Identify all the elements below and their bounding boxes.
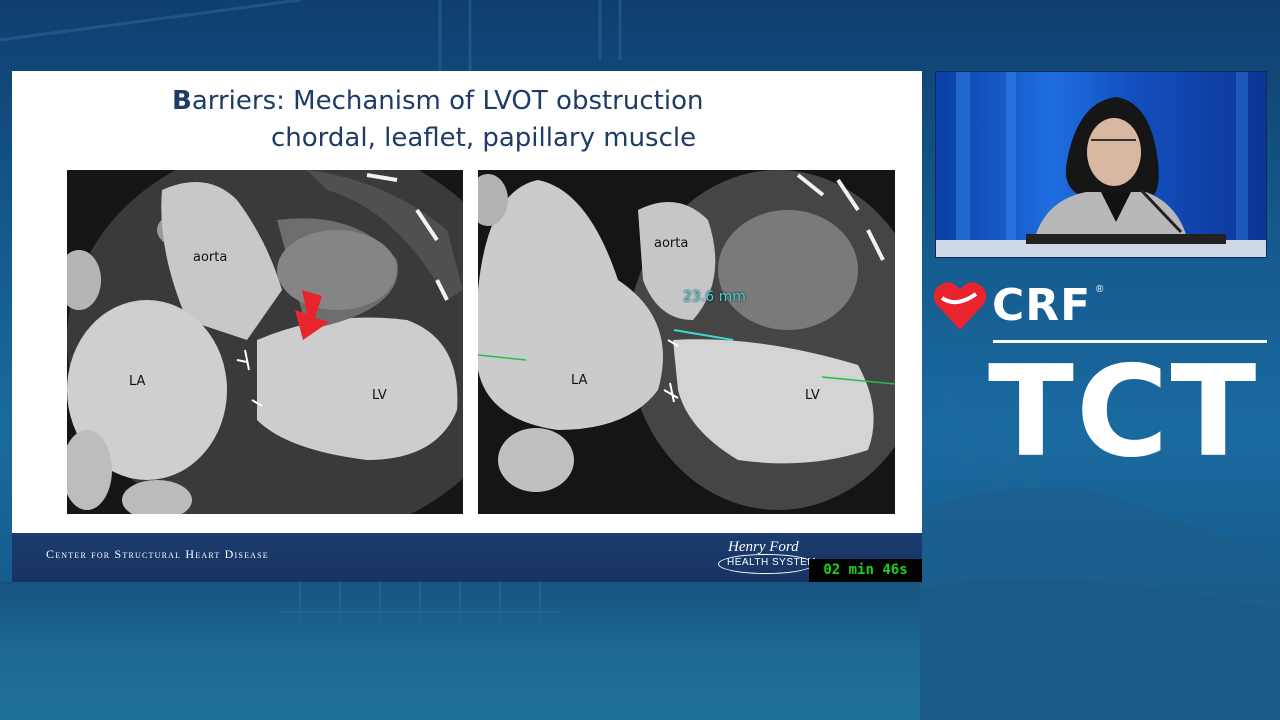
label-la: LA (129, 374, 146, 389)
speaker-video (935, 71, 1267, 258)
tct-wordmark: TCT (988, 338, 1259, 485)
label-lv: LV (372, 388, 387, 403)
presentation-slide: Barriers: Mechanism of LVOT obstruction … (12, 71, 922, 582)
heart-logo-icon (933, 282, 987, 330)
label-la-right: LA (571, 373, 588, 388)
label-lv-right: LV (805, 388, 820, 403)
measurement-label: 23.6 mm (683, 289, 746, 305)
label-aorta: aorta (193, 250, 228, 265)
slide-footer: Center for Structural Heart Disease Henr… (12, 533, 922, 582)
crf-wordmark: CRF (992, 280, 1092, 331)
footer-text: Center for Structural Heart Disease (46, 547, 269, 561)
timer-overlay: 02 min 46s (809, 559, 922, 582)
title-text: arriers: Mechanism of LVOT obstruction (191, 86, 704, 116)
slide-subtitle: chordal, leaflet, papillary muscle (271, 123, 697, 153)
henry-ford-logo: Henry Ford HEALTH SYSTEM (718, 539, 818, 579)
registered-mark: ® (1096, 284, 1104, 295)
logo-sub: HEALTH SYSTEM (727, 557, 817, 568)
label-aorta-right: aorta (654, 236, 689, 251)
ct-image-right: aorta 23.6 mm LA LV (478, 170, 895, 514)
title-initial: B (172, 86, 192, 116)
ct-image-left: aorta LA LV (67, 170, 463, 514)
background-bridge-railing (280, 582, 560, 622)
crf-brand: CRF ® (930, 278, 1130, 334)
